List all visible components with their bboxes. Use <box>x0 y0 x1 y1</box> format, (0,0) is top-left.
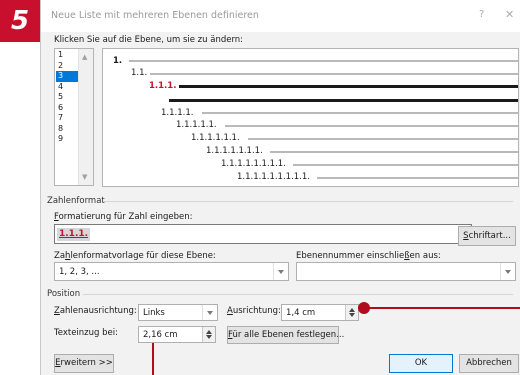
number-alignment-value: Links <box>143 307 165 318</box>
preview-rule-1 <box>129 60 518 62</box>
number-style-combo[interactable]: 1, 2, 3, ... <box>54 262 289 281</box>
cancel-button[interactable]: Abbrechen <box>459 354 519 373</box>
aligned-at-spin-buttons[interactable] <box>345 305 358 320</box>
level-item-1[interactable]: 1 <box>56 50 78 61</box>
scroll-down-icon[interactable]: ▼ <box>82 173 87 181</box>
ausrichtung-label-text: usrichtung: <box>232 306 281 316</box>
position-separator <box>83 294 513 295</box>
preview-level-9: 1.1.1.1.1.1.1.1.1. <box>237 172 310 182</box>
level-listbox[interactable]: 1 2 3 4 5 6 7 8 9 ▲ ▼ <box>54 48 94 186</box>
spin-up-icon[interactable] <box>206 330 212 334</box>
preview-level-4: 1.1.1.1. <box>161 108 194 118</box>
title-bar: Neue Liste mit mehreren Ebenen definiere… <box>41 0 520 32</box>
include-level-combo[interactable] <box>296 262 516 281</box>
chevron-down-icon[interactable] <box>202 305 217 320</box>
zahlenformat-separator <box>103 201 513 202</box>
screenshot-root: { "step_badge": "5", "dialog": { "title"… <box>0 0 520 375</box>
level-item-2[interactable]: 2 <box>56 61 78 72</box>
preview-level-5: 1.1.1.1.1. <box>176 120 217 130</box>
preview-rule-6 <box>248 138 518 140</box>
spin-down-icon[interactable] <box>349 313 355 317</box>
style-field-label: Zahlenformatvorlage für diese Ebene: <box>54 251 216 261</box>
preview-level-8: 1.1.1.1.1.1.1.1. <box>221 159 286 169</box>
text-indent-spinner[interactable]: 2,16 cm <box>138 326 216 343</box>
preview-rule-3-continued <box>169 99 518 102</box>
format-field-label: Formatierung für Zahl eingeben: <box>54 212 192 222</box>
preview-rule-2 <box>150 73 518 75</box>
level-prompt-label: Klicken Sie auf die Ebene, um sie zu änd… <box>54 35 244 45</box>
set-all-levels-button[interactable]: Für alle Ebenen festlegen... <box>227 326 344 344</box>
list-preview: 1. 1.1. 1.1.1. 1.1.1.1. 1.1.1.1.1. 1.1.1… <box>102 48 519 187</box>
level-item-5[interactable]: 5 <box>56 92 78 103</box>
annotation-line-horizontal <box>364 307 520 309</box>
style-label-b: lenformatvorlage für diese Ebene: <box>70 251 216 261</box>
step-number-badge: 5 <box>0 0 40 42</box>
spin-down-icon[interactable] <box>206 335 212 339</box>
level-item-7[interactable]: 7 <box>56 113 78 124</box>
help-button[interactable]: ? <box>479 9 484 20</box>
level-item-6[interactable]: 6 <box>56 103 78 114</box>
text-indent-spin-buttons[interactable] <box>202 327 215 342</box>
zahlenformat-section-label: Zahlenformat <box>47 196 105 206</box>
number-style-value: 1, 2, 3, ... <box>59 266 100 277</box>
include-level-label: Ebenennummer einschließen aus: <box>296 251 441 261</box>
number-alignment-combo[interactable]: Links <box>138 304 218 321</box>
indent-label: Texteinzug bei: <box>54 328 118 338</box>
alignment-label: Zahlenausrichtung: <box>54 306 137 316</box>
level-item-9[interactable]: 9 <box>56 134 78 145</box>
style-label-a: Za <box>54 251 66 261</box>
text-indent-value: 2,16 cm <box>143 329 178 340</box>
font-button[interactable]: Schriftart... <box>458 226 516 246</box>
preview-level-3-highlighted: 1.1.1. <box>149 81 177 91</box>
expand-button[interactable]: Erweitern >> <box>54 354 114 373</box>
chevron-down-icon[interactable] <box>500 263 515 280</box>
aligned-at-value: 1,4 cm <box>286 307 316 318</box>
preview-rule-4 <box>202 112 518 114</box>
number-format-input[interactable]: 1.1.1. <box>54 224 472 244</box>
annotation-line-vertical <box>152 343 154 375</box>
set-all-text: ür alle Ebenen festlegen... <box>232 330 345 340</box>
include-label-a: Ebenennummer einschlie <box>296 251 405 261</box>
preview-level-6: 1.1.1.1.1.1. <box>191 133 240 143</box>
dialog-title: Neue Liste mit mehreren Ebenen definiere… <box>51 10 259 21</box>
number-format-value: 1.1.1. <box>57 228 91 241</box>
position-section-label: Position <box>47 289 81 299</box>
level-item-8[interactable]: 8 <box>56 124 78 135</box>
preview-rule-8 <box>293 164 518 166</box>
level-item-4[interactable]: 4 <box>56 82 78 93</box>
font-button-text: chriftart... <box>468 231 511 241</box>
aligned-at-spinner[interactable]: 1,4 cm <box>281 304 359 321</box>
multilevel-list-dialog: Neue Liste mit mehreren Ebenen definiere… <box>40 0 520 375</box>
format-label-text: ormatierung für Zahl eingeben: <box>58 212 193 222</box>
preview-rule-9 <box>317 177 518 179</box>
level-list-scrollbar[interactable]: ▲ ▼ <box>78 49 93 185</box>
spin-up-icon[interactable] <box>349 308 355 312</box>
preview-rule-5 <box>225 125 518 127</box>
preview-level-1: 1. <box>113 56 123 66</box>
ausrichtung-label: Ausrichtung: <box>227 306 281 316</box>
include-label-b: en aus: <box>409 251 441 261</box>
preview-rule-7 <box>270 151 518 153</box>
close-button[interactable]: ✕ <box>505 8 514 21</box>
alignment-label-text: ahlenausrichtung: <box>59 306 137 316</box>
preview-level-7: 1.1.1.1.1.1.1. <box>206 146 263 156</box>
level-item-3-selected[interactable]: 3 <box>56 71 78 82</box>
scroll-up-icon[interactable]: ▲ <box>82 53 87 61</box>
chevron-down-icon[interactable] <box>273 263 288 280</box>
ok-button[interactable]: OK <box>389 354 453 373</box>
preview-rule-3 <box>179 85 518 88</box>
expand-text: rweitern >> <box>60 358 113 368</box>
preview-level-2: 1.1. <box>131 68 148 78</box>
